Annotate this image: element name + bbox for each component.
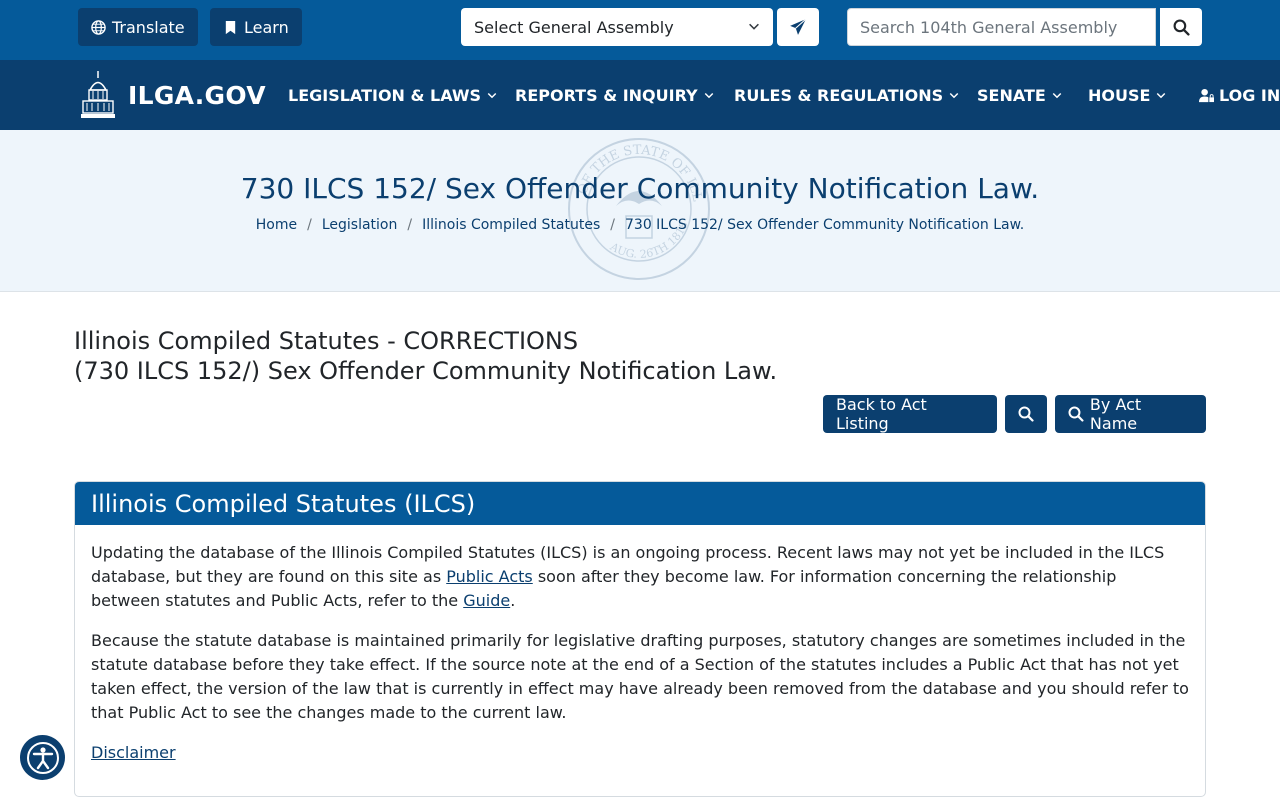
paper-plane-icon xyxy=(790,18,807,35)
brand-link[interactable]: ILGA.GOV xyxy=(80,69,266,121)
ilcs-info-card: Illinois Compiled Statutes (ILCS) Updati… xyxy=(74,481,1206,797)
learn-label: Learn xyxy=(244,17,289,37)
learn-button[interactable]: Learn xyxy=(210,8,302,46)
search-icon xyxy=(1068,406,1084,422)
breadcrumb-current: 730 ILCS 152/ Sex Offender Community Not… xyxy=(625,217,1025,233)
page-title: 730 ILCS 152/ Sex Offender Community Not… xyxy=(240,172,1040,205)
back-to-act-listing-label: Back to Act Listing xyxy=(836,395,927,433)
nav-rules-regulations[interactable]: RULES & REGULATIONS xyxy=(734,60,960,130)
user-lock-icon xyxy=(1199,88,1214,102)
chevron-down-icon xyxy=(1052,92,1062,99)
brand-name: ILGA.GOV xyxy=(128,80,266,110)
general-assembly-select[interactable]: Select General Assembly xyxy=(461,8,773,46)
breadcrumb-legislation[interactable]: Legislation xyxy=(322,217,398,233)
chevron-down-icon xyxy=(487,92,497,99)
search-button[interactable] xyxy=(1160,8,1202,46)
page-header: OF THE STATE OF ILL AUG. 26TH 1818 730 I… xyxy=(0,130,1280,292)
utility-bar: Translate Learn Select General Assembly xyxy=(0,0,1280,60)
capitol-logo-icon xyxy=(81,71,115,118)
translate-button[interactable]: Translate xyxy=(78,8,198,46)
main-navbar: ILGA.GOV LEGISLATION & LAWS REPORTS & IN… xyxy=(0,60,1280,130)
search-input[interactable] xyxy=(847,8,1156,46)
act-heading: Illinois Compiled Statutes - CORRECTIONS… xyxy=(74,326,777,386)
accessibility-icon xyxy=(26,741,59,774)
act-heading-line2: (730 ILCS 152/) Sex Offender Community N… xyxy=(74,357,778,385)
nav-legislation-laws[interactable]: LEGISLATION & LAWS xyxy=(288,60,498,130)
public-acts-link[interactable]: Public Acts xyxy=(446,567,533,586)
breadcrumb-home[interactable]: Home xyxy=(256,217,297,233)
nav-item-label: REPORTS & INQUIRY xyxy=(515,85,698,105)
info-paragraph-2: Because the statute database is maintain… xyxy=(91,631,1189,722)
general-assembly-select-value: Select General Assembly xyxy=(474,17,674,37)
breadcrumb-ilcs[interactable]: Illinois Compiled Statutes xyxy=(422,217,600,233)
nav-item-label: SENATE xyxy=(977,85,1046,105)
chevron-down-icon xyxy=(1157,92,1166,99)
login-label: LOG IN xyxy=(1219,85,1280,105)
nav-login[interactable]: LOG IN xyxy=(1199,60,1280,130)
search-icon xyxy=(1018,406,1034,422)
by-act-name-button[interactable]: By Act Name xyxy=(1055,395,1206,433)
nav-item-label: HOUSE xyxy=(1088,85,1151,105)
act-heading-line1: Illinois Compiled Statutes - CORRECTIONS xyxy=(74,327,579,355)
nav-item-label: LEGISLATION & LAWS xyxy=(288,85,482,105)
chevron-down-icon xyxy=(949,92,959,99)
search-icon xyxy=(1173,19,1190,36)
info-paragraph-1: Updating the database of the Illinois Co… xyxy=(91,543,1165,610)
go-assembly-button[interactable] xyxy=(777,8,819,46)
nav-reports-inquiry[interactable]: REPORTS & INQUIRY xyxy=(515,60,715,130)
breadcrumb: Home / Legislation / Illinois Compiled Statu… xyxy=(255,217,1025,233)
disclaimer-link[interactable]: Disclaimer xyxy=(91,743,176,762)
globe-icon xyxy=(91,19,106,35)
bookmark-icon xyxy=(225,20,236,34)
back-to-act-listing-button[interactable]: Back to Act Listing xyxy=(823,395,997,433)
card-title: Illinois Compiled Statutes (ILCS) xyxy=(75,482,1205,525)
guide-link[interactable]: Guide xyxy=(463,591,510,610)
search-acts-button[interactable] xyxy=(1005,395,1047,433)
translate-label: Translate xyxy=(112,17,185,37)
chevron-down-icon xyxy=(704,92,713,99)
state-seal-watermark: OF THE STATE OF ILL AUG. 26TH 1818 xyxy=(568,138,710,280)
by-act-name-label: By Act Name xyxy=(1089,395,1142,433)
chevron-down-icon xyxy=(749,23,759,30)
nav-senate[interactable]: SENATE xyxy=(977,60,1063,130)
card-body: Updating the database of the Illinois Co… xyxy=(75,525,1205,765)
accessibility-button[interactable] xyxy=(20,735,65,780)
nav-house[interactable]: HOUSE xyxy=(1088,60,1167,130)
nav-item-label: RULES & REGULATIONS xyxy=(734,85,944,105)
